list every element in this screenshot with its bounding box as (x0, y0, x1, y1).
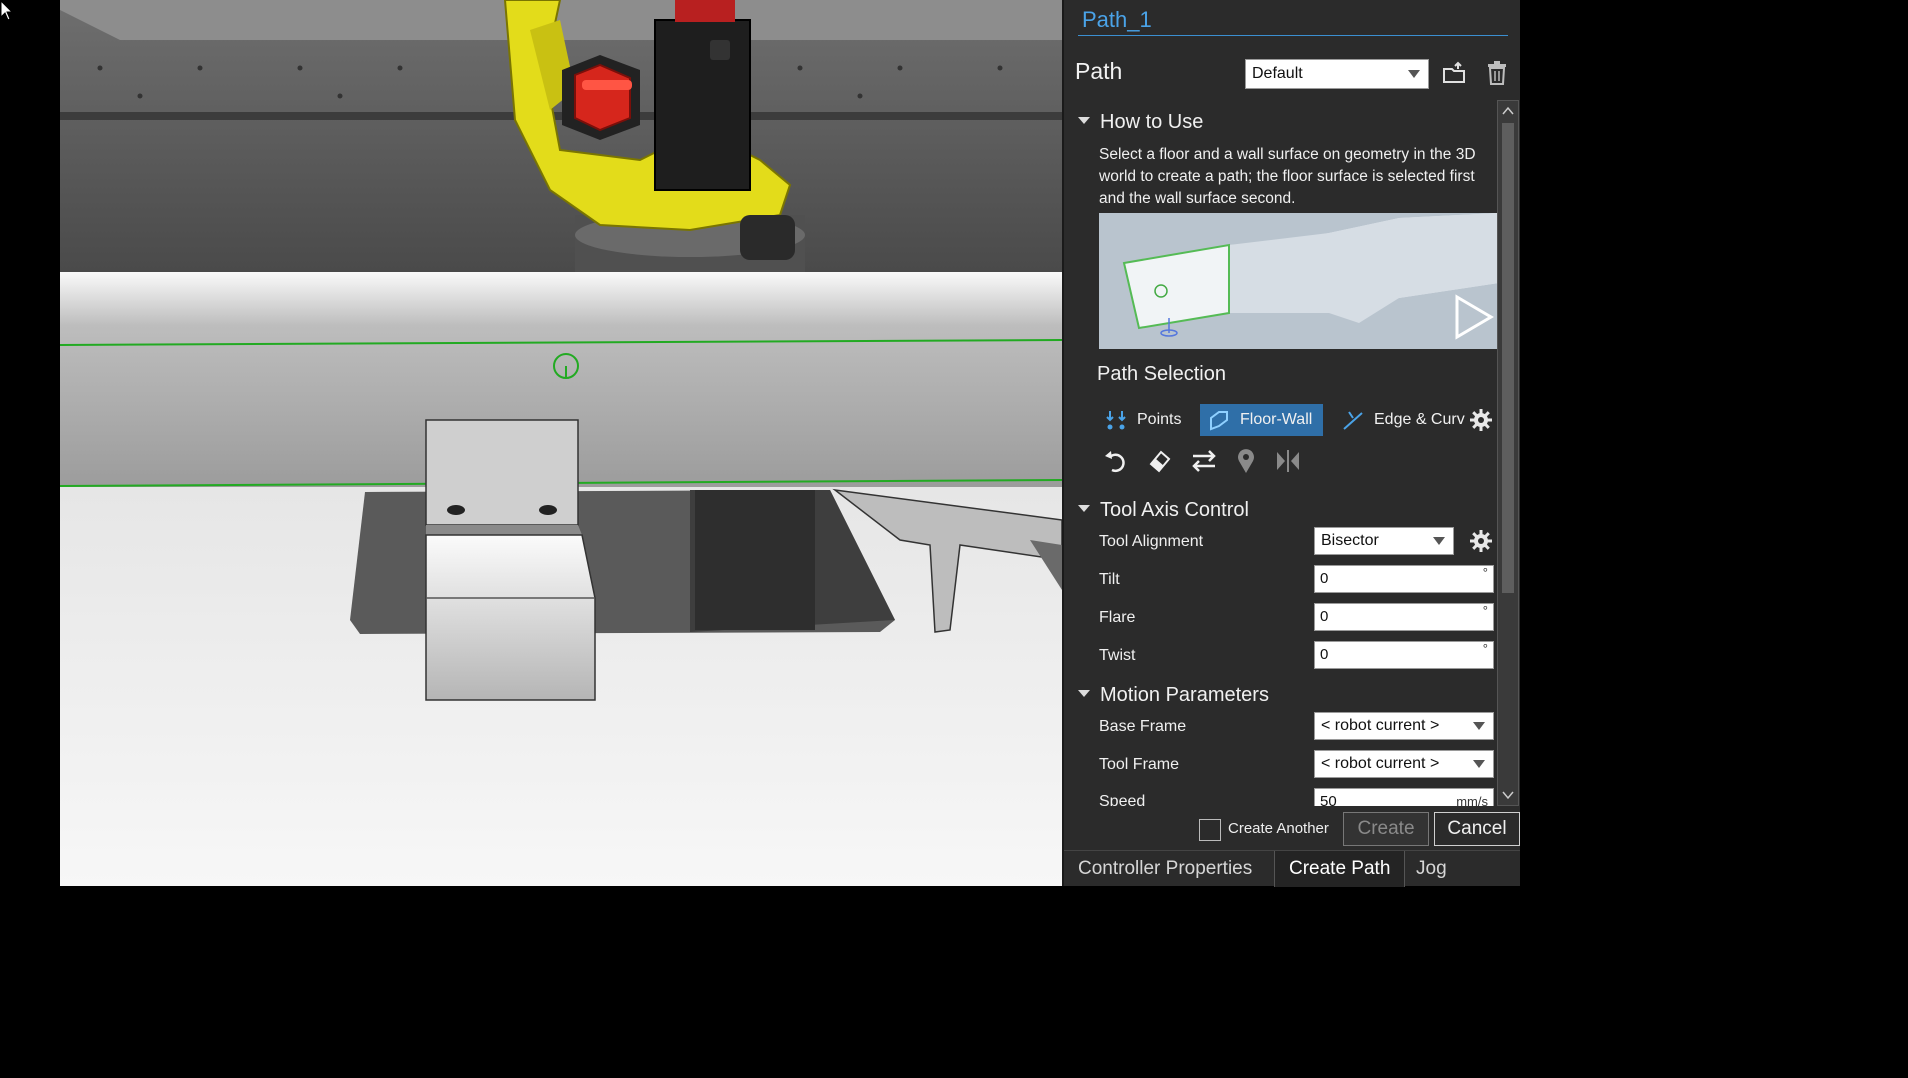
tool-axis-control-title: Tool Axis Control (1100, 499, 1249, 521)
chevron-down-icon (1408, 70, 1420, 78)
flare-input[interactable]: 0 ° (1314, 603, 1494, 631)
tilt-label: Tilt (1099, 571, 1120, 588)
create-another-checkbox[interactable] (1199, 819, 1221, 841)
location-pin-icon (1238, 449, 1254, 473)
tool-frame-value: < robot current > (1321, 755, 1440, 772)
how-to-use-video[interactable] (1099, 213, 1498, 349)
path-dropdown-value: Default (1252, 65, 1303, 82)
tool-axis-control-header[interactable]: Tool Axis Control (1078, 499, 1249, 522)
create-another-label: Create Another (1228, 820, 1329, 837)
scroll-down-icon[interactable] (1501, 788, 1515, 802)
tutorial-thumbnail (1099, 213, 1498, 349)
twist-value: 0 (1320, 646, 1329, 663)
tool-alignment-value: Bisector (1321, 532, 1379, 549)
mode-points-button[interactable]: Points (1097, 404, 1197, 436)
degree-unit: ° (1482, 603, 1488, 618)
action-bar: Create Another Create Cancel (1064, 810, 1522, 850)
mode-points-label: Points (1137, 411, 1182, 428)
eraser-icon (1149, 450, 1171, 473)
gear-icon (1470, 409, 1492, 431)
cancel-button[interactable]: Cancel (1434, 812, 1520, 846)
panel-scrollbar[interactable] (1497, 100, 1519, 806)
flare-value: 0 (1320, 608, 1329, 625)
mode-edge-curve-label: Edge & Curv (1374, 411, 1465, 428)
gear-icon (1470, 530, 1492, 552)
swap-direction-button[interactable] (1189, 446, 1219, 476)
path-name-text[interactable]: Path_1 (1078, 7, 1152, 32)
mouse-cursor-icon (0, 0, 14, 21)
undo-icon (1105, 451, 1125, 472)
twist-label: Twist (1099, 647, 1136, 664)
mode-edge-curve-button[interactable]: Edge & Curv (1334, 404, 1474, 436)
motion-parameters-header[interactable]: Motion Parameters (1078, 684, 1269, 707)
folder-open-icon (1443, 61, 1465, 83)
chevron-down-icon (1473, 722, 1485, 730)
bottom-tab-bar: Controller Properties Create Path Jog (1064, 850, 1522, 887)
collapse-triangle-icon (1078, 117, 1090, 125)
3d-scene (0, 0, 1062, 886)
collapse-triangle-icon (1078, 505, 1090, 513)
trash-icon (1488, 61, 1506, 85)
tilt-input[interactable]: 0 ° (1314, 565, 1494, 593)
edge-curve-icon (1340, 408, 1366, 432)
create-button[interactable]: Create (1343, 812, 1429, 846)
speed-unit: mm/s (1456, 794, 1488, 806)
path-label: Path (1075, 58, 1123, 84)
twist-input[interactable]: 0 ° (1314, 641, 1494, 669)
tool-frame-dropdown[interactable]: < robot current > (1314, 750, 1494, 778)
tool-alignment-dropdown[interactable]: Bisector (1314, 527, 1454, 555)
how-to-use-title: How to Use (1100, 111, 1204, 133)
motion-parameters-title: Motion Parameters (1100, 684, 1269, 706)
mode-floor-wall-button[interactable]: Floor-Wall (1200, 404, 1323, 436)
points-icon (1103, 408, 1129, 432)
mirror-icon (1277, 450, 1299, 472)
scrollbar-thumb[interactable] (1502, 123, 1514, 593)
how-to-use-header[interactable]: How to Use (1078, 111, 1203, 134)
chevron-down-icon (1473, 760, 1485, 768)
floor-wall-icon (1206, 408, 1232, 432)
window-edge (1520, 0, 1568, 886)
selection-settings-button[interactable] (1466, 405, 1496, 435)
tool-alignment-label: Tool Alignment (1099, 533, 1204, 550)
tool-frame-label: Tool Frame (1099, 756, 1180, 773)
degree-unit: ° (1482, 565, 1488, 580)
degree-unit: ° (1482, 641, 1488, 656)
swap-icon (1192, 450, 1216, 472)
tab-controller-properties[interactable]: Controller Properties (1064, 851, 1266, 887)
3d-viewport[interactable] (0, 0, 1062, 886)
delete-path-button[interactable] (1482, 58, 1512, 88)
tilt-value: 0 (1320, 570, 1329, 587)
speed-label: Speed (1099, 793, 1146, 806)
flare-label: Flare (1099, 609, 1136, 626)
path-selection-title: Path Selection (1097, 363, 1226, 385)
speed-value: 50 (1320, 793, 1337, 806)
erase-button[interactable] (1145, 446, 1175, 476)
tab-jog[interactable]: Jog (1402, 851, 1461, 887)
load-path-button[interactable] (1440, 58, 1470, 88)
collapse-triangle-icon (1078, 690, 1090, 698)
mirror-button[interactable] (1273, 446, 1303, 476)
how-to-use-description: Select a floor and a wall surface on geo… (1099, 146, 1476, 207)
tool-alignment-settings-button[interactable] (1466, 526, 1496, 556)
path-dropdown[interactable]: Default (1245, 59, 1429, 89)
base-frame-label: Base Frame (1099, 718, 1187, 735)
tab-create-path[interactable]: Create Path (1274, 851, 1406, 887)
path-name-field[interactable]: Path_1 (1078, 4, 1508, 36)
location-button[interactable] (1231, 446, 1261, 476)
mode-floor-wall-label: Floor-Wall (1240, 411, 1313, 428)
chevron-down-icon (1433, 537, 1445, 545)
base-frame-value: < robot current > (1321, 717, 1440, 734)
base-frame-dropdown[interactable]: < robot current > (1314, 712, 1494, 740)
panel-scroll-area[interactable]: How to Use Select a floor and a wall sur… (1064, 100, 1498, 806)
scroll-up-icon[interactable] (1501, 104, 1515, 118)
undo-button[interactable] (1101, 446, 1131, 476)
create-path-panel: Path_1 Path Default How to Use Select a … (1062, 0, 1522, 887)
speed-input[interactable]: 50 mm/s (1314, 788, 1494, 806)
